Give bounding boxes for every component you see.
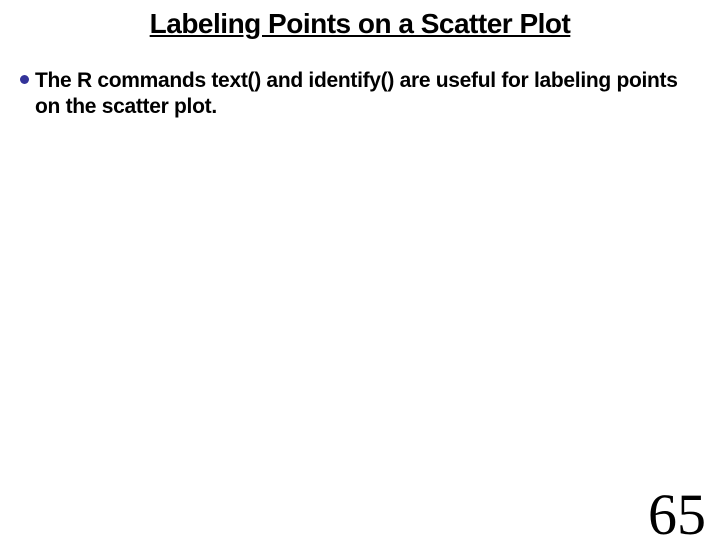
bullet-text: The R commands text() and identify() are… [35,68,700,121]
page-number: 65 [648,481,706,548]
bullet-icon [20,75,29,84]
page-title: Labeling Points on a Scatter Plot [0,0,720,40]
content-area: The R commands text() and identify() are… [0,40,720,121]
bullet-item: The R commands text() and identify() are… [20,68,700,121]
